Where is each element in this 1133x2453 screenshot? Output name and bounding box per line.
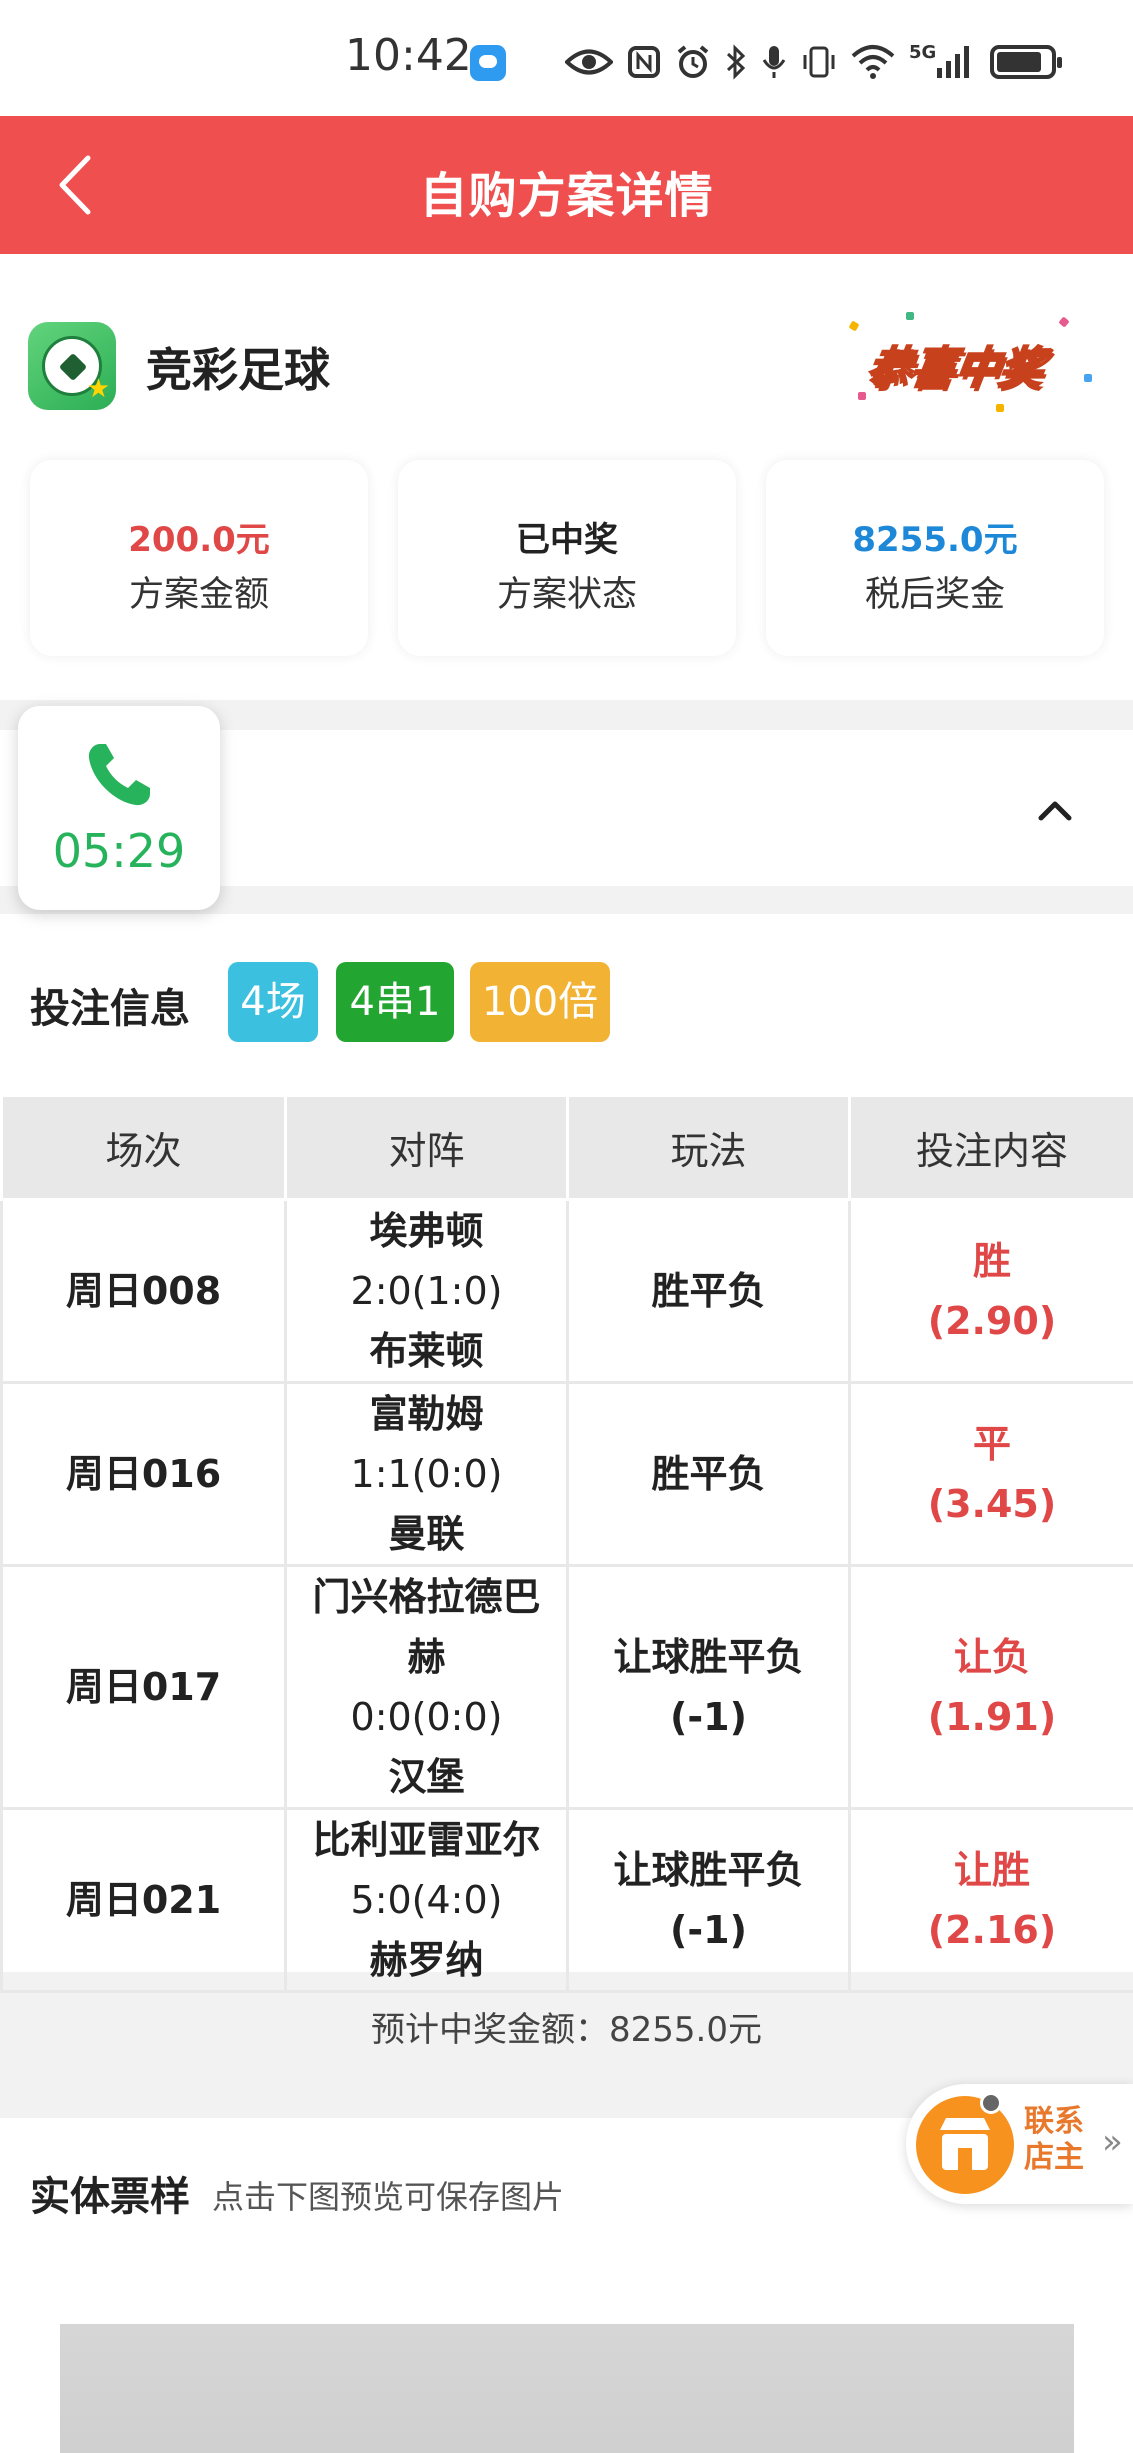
- home-team: 比利亚雷亚尔: [312, 1818, 541, 1862]
- score: 2:0(1:0): [350, 1269, 503, 1313]
- page-title: 自购方案详情: [419, 168, 714, 224]
- bet-pick: 胜 (2.90): [848, 1198, 1133, 1384]
- play-type: 让球胜平负 (-1): [566, 1807, 851, 1993]
- prize-label: 税后奖金: [864, 575, 1005, 615]
- score: 1:1(0:0): [350, 1452, 503, 1496]
- match-count-tag: 4场: [228, 962, 318, 1042]
- match-no: 周日016: [0, 1381, 287, 1567]
- score: 0:0(0:0): [350, 1695, 503, 1739]
- play-type: 胜平负: [566, 1381, 851, 1567]
- bet-pick: 平 (3.45): [848, 1381, 1133, 1567]
- star-icon: ★: [86, 374, 110, 404]
- match-no: 周日017: [0, 1564, 287, 1810]
- pick-odds: (3.45): [927, 1482, 1057, 1526]
- football-app-icon: ★: [28, 322, 116, 410]
- home-team: 埃弗顿: [369, 1209, 484, 1253]
- vibrate-icon: [801, 42, 837, 82]
- pick-result: 胜: [972, 1239, 1011, 1283]
- ticket-title: 实体票样: [30, 2174, 190, 2220]
- fixture: 富勒姆 1:1(0:0) 曼联: [284, 1381, 569, 1567]
- congrats-text: 恭喜中奖: [863, 342, 1048, 395]
- fixture: 埃弗顿 2:0(1:0) 布莱顿: [284, 1198, 569, 1384]
- call-timer: 05:29: [52, 824, 186, 878]
- contact-owner-button[interactable]: 联系店主 »: [906, 2084, 1133, 2204]
- match-no: 周日008: [0, 1198, 287, 1384]
- table-row: 周日016 富勒姆 1:1(0:0) 曼联 胜平负 平 (3.45): [0, 1381, 1133, 1567]
- header-pick: 投注内容: [848, 1094, 1133, 1201]
- parlay-tag: 4串1: [336, 962, 454, 1042]
- contact-label: 联系店主: [1024, 2104, 1084, 2175]
- bet-info-section: 投注信息 4场 4串1 100倍 场次 对阵 玩法 投注内容 周日008 埃弗顿…: [0, 914, 1133, 2050]
- pick-odds: (2.90): [927, 1299, 1057, 1343]
- match-no: 周日021: [0, 1807, 287, 1993]
- alarm-icon: [675, 42, 711, 82]
- phone-icon: [88, 744, 150, 806]
- bet-pick: 让负 (1.91): [848, 1564, 1133, 1810]
- play-type: 让球胜平负 (-1): [566, 1564, 851, 1810]
- play-name: 让球胜平负: [613, 1635, 804, 1679]
- message-notification-icon: [470, 45, 506, 81]
- multiplier-tag: 100倍: [470, 962, 610, 1042]
- nav-bar: 自购方案详情: [0, 116, 1133, 254]
- fixture: 门兴格拉德巴 赫 0:0(0:0) 汉堡: [284, 1564, 569, 1810]
- away-team: 汉堡: [388, 1755, 465, 1799]
- double-chevron-right-icon: »: [1102, 2122, 1123, 2162]
- status-label: 方案状态: [496, 575, 637, 615]
- prize-value: 8255.0元: [852, 520, 1018, 560]
- nfc-icon: [627, 42, 661, 82]
- battery-icon: [990, 45, 1063, 79]
- prize-card: 8255.0元 税后奖金: [766, 460, 1104, 656]
- play-name: 让球胜平负: [613, 1848, 804, 1892]
- plan-summary: ★ 竞彩足球 恭喜中奖 200.0元 方案金额 已中奖 方案状态 8255.0元…: [0, 254, 1133, 700]
- pick-odds: (2.16): [927, 1908, 1057, 1952]
- amount-card: 200.0元 方案金额: [30, 460, 368, 656]
- table-header-row: 场次 对阵 玩法 投注内容: [0, 1094, 1133, 1201]
- handicap: (-1): [670, 1695, 747, 1739]
- home-team: 富勒姆: [369, 1392, 484, 1436]
- bet-table: 场次 对阵 玩法 投注内容 周日008 埃弗顿 2:0(1:0) 布莱顿 胜平负…: [0, 1094, 1133, 1993]
- pick-result: 让负: [953, 1635, 1030, 1679]
- header-fixture: 对阵: [284, 1094, 569, 1201]
- amount-value: 200.0元: [128, 520, 270, 560]
- status-value: 已中奖: [516, 520, 618, 560]
- header-match-no: 场次: [0, 1094, 287, 1201]
- table-row: 周日021 比利亚雷亚尔 5:0(4:0) 赫罗纳 让球胜平负 (-1) 让胜 …: [0, 1807, 1133, 1993]
- bluetooth-icon: [725, 42, 747, 82]
- notification-dot: [980, 2092, 1002, 2114]
- congrats-badge: 恭喜中奖: [846, 312, 1096, 414]
- table-row: 周日008 埃弗顿 2:0(1:0) 布莱顿 胜平负 胜 (2.90): [0, 1198, 1133, 1384]
- amount-label: 方案金额: [128, 575, 269, 615]
- wifi-icon: [851, 42, 895, 82]
- call-widget[interactable]: 05:29: [18, 706, 220, 910]
- home-team-cont: 赫: [407, 1635, 446, 1679]
- play-type: 胜平负: [566, 1198, 851, 1384]
- signal-icon: 5G: [909, 42, 970, 82]
- away-team: 赫罗纳: [369, 1938, 484, 1982]
- lottery-name: 竞彩足球: [146, 343, 330, 397]
- status-icons: 5G: [565, 38, 1063, 86]
- status-time: 10:42: [345, 30, 472, 81]
- fixture: 比利亚雷亚尔 5:0(4:0) 赫罗纳: [284, 1807, 569, 1993]
- status-card: 已中奖 方案状态: [398, 460, 736, 656]
- pick-odds: (1.91): [927, 1695, 1057, 1739]
- table-row: 周日017 门兴格拉德巴 赫 0:0(0:0) 汉堡 让球胜平负 (-1) 让负…: [0, 1564, 1133, 1810]
- mic-icon: [761, 42, 787, 82]
- ticket-image[interactable]: [60, 2324, 1074, 2453]
- pick-result: 让胜: [953, 1848, 1030, 1892]
- ticket-hint: 点击下图预览可保存图片: [212, 2178, 565, 2216]
- header-play: 玩法: [566, 1094, 851, 1201]
- bet-info-title: 投注信息: [30, 986, 190, 1032]
- shop-icon: [916, 2096, 1014, 2194]
- away-team: 布莱顿: [369, 1329, 484, 1373]
- chevron-up-icon[interactable]: [1035, 790, 1075, 830]
- status-bar: 10:42 5G: [0, 0, 1133, 116]
- handicap: (-1): [670, 1908, 747, 1952]
- score: 5:0(4:0): [350, 1878, 503, 1922]
- home-team: 门兴格拉德巴: [312, 1575, 541, 1619]
- bet-pick: 让胜 (2.16): [848, 1807, 1133, 1993]
- pick-result: 平: [972, 1422, 1011, 1466]
- eye-icon: [565, 42, 613, 82]
- away-team: 曼联: [388, 1512, 465, 1556]
- estimated-prize: 预计中奖金额：8255.0元: [371, 2010, 762, 2050]
